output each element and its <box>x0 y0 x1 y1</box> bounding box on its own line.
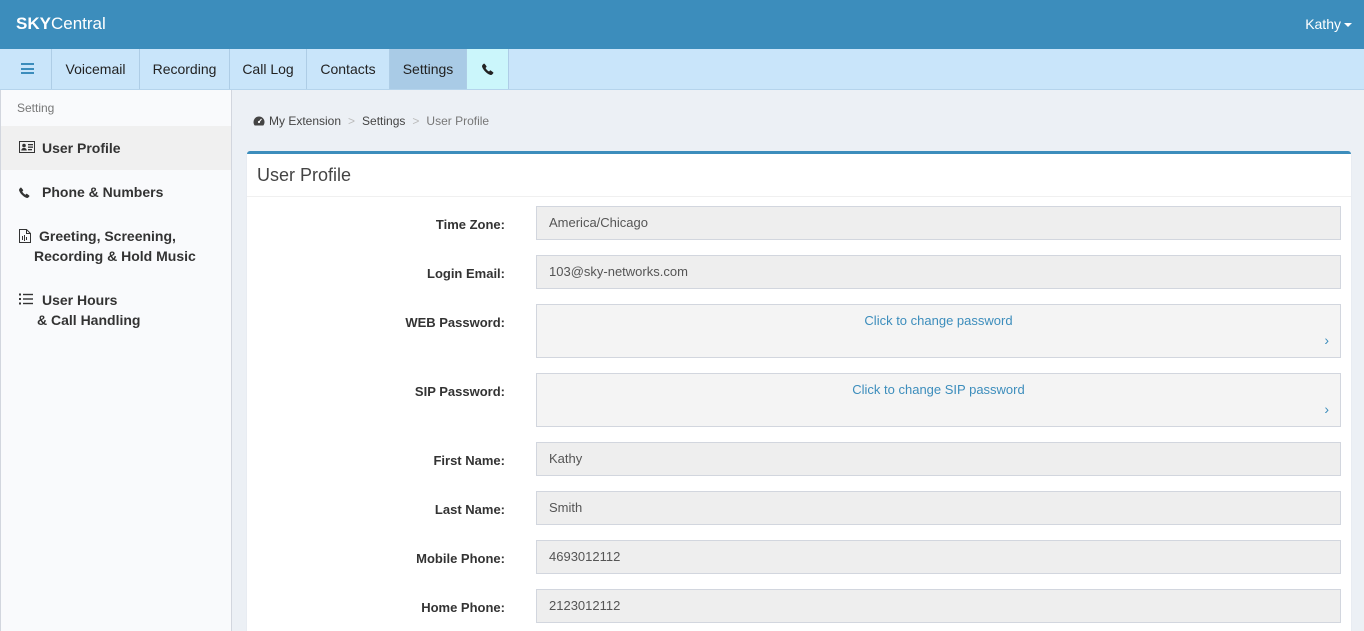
top-header: SKYCentral Kathy <box>0 0 1364 49</box>
list-icon <box>19 293 33 305</box>
sidebar-item-label: Greeting, Screening, <box>39 228 176 244</box>
sip-password-button[interactable]: Click to change SIP password › <box>536 373 1341 427</box>
tab-contacts[interactable]: Contacts <box>307 49 390 89</box>
breadcrumb-settings[interactable]: Settings <box>362 114 405 128</box>
first-name-field[interactable]: Kathy <box>536 442 1341 476</box>
phone-icon <box>19 187 30 198</box>
caret-down-icon <box>1344 23 1352 28</box>
last-name-label: Last Name: <box>434 502 505 517</box>
breadcrumb-separator: > <box>412 114 420 128</box>
tab-recording[interactable]: Recording <box>140 49 230 89</box>
home-phone-field[interactable]: 2123012112 <box>536 589 1341 623</box>
app-logo[interactable]: SKYCentral <box>16 14 106 34</box>
id-card-icon <box>19 141 35 153</box>
sidebar-item-label-line2: Recording & Hold Music <box>34 248 196 264</box>
tab-settings[interactable]: Settings <box>390 49 467 89</box>
chevron-right-icon: › <box>1324 401 1329 417</box>
first-name-label: First Name: <box>433 453 505 468</box>
login-email-label: Login Email: <box>427 266 505 281</box>
tab-call-log[interactable]: Call Log <box>230 49 307 89</box>
breadcrumb: My Extension > Settings > User Profile <box>253 114 489 128</box>
mobile-phone-label: Mobile Phone: <box>416 551 505 566</box>
phone-icon <box>481 63 493 75</box>
sidebar-item-label: User Hours <box>42 292 118 308</box>
panel-title: User Profile <box>257 165 352 185</box>
chevron-right-icon: › <box>1324 332 1329 348</box>
phone-dialer-button[interactable] <box>467 49 509 89</box>
brand-bold: SKY <box>16 14 51 33</box>
web-password-link[interactable]: Click to change password <box>537 313 1340 328</box>
login-email-field[interactable]: 103@sky-networks.com <box>536 255 1341 289</box>
menu-toggle-button[interactable] <box>0 49 52 89</box>
mobile-phone-field[interactable]: 4693012112 <box>536 540 1341 574</box>
breadcrumb-separator: > <box>348 114 356 128</box>
web-password-label: WEB Password: <box>405 315 505 330</box>
hamburger-icon <box>21 63 34 74</box>
brand-rest: Central <box>50 14 106 33</box>
tab-voicemail[interactable]: Voicemail <box>52 49 140 89</box>
audio-file-icon <box>19 229 31 243</box>
user-menu[interactable]: Kathy <box>1305 16 1352 32</box>
sidebar-item-label: User Profile <box>42 140 121 156</box>
web-password-button[interactable]: Click to change password › <box>536 304 1341 358</box>
sidebar-item-phone-numbers[interactable]: Phone & Numbers <box>1 170 231 214</box>
sidebar-item-label: Phone & Numbers <box>42 184 164 200</box>
sidebar: Setting User Profile Phone & Numbers Gre… <box>0 90 232 631</box>
home-phone-label: Home Phone: <box>421 600 505 615</box>
sidebar-item-user-profile[interactable]: User Profile <box>1 126 231 170</box>
time-zone-field[interactable]: America/Chicago <box>536 206 1341 240</box>
sidebar-item-user-hours[interactable]: User Hours & Call Handling <box>1 280 231 340</box>
user-name: Kathy <box>1305 16 1341 32</box>
breadcrumb-current: User Profile <box>426 114 490 128</box>
last-name-field[interactable]: Smith <box>536 491 1341 525</box>
sip-password-link[interactable]: Click to change SIP password <box>537 382 1340 397</box>
dashboard-icon <box>253 116 265 126</box>
time-zone-label: Time Zone: <box>435 217 505 232</box>
divider <box>247 196 1351 197</box>
user-profile-panel: User Profile Time Zone: America/Chicago … <box>247 151 1351 631</box>
main-nav: Voicemail Recording Call Log Contacts Se… <box>0 49 1364 90</box>
sip-password-label: SIP Password: <box>414 384 505 399</box>
sidebar-item-label-line2: & Call Handling <box>37 312 141 328</box>
breadcrumb-my-extension[interactable]: My Extension <box>269 114 341 128</box>
sidebar-header: Setting <box>17 101 55 115</box>
sidebar-item-greeting[interactable]: Greeting, Screening, Recording & Hold Mu… <box>1 216 231 276</box>
